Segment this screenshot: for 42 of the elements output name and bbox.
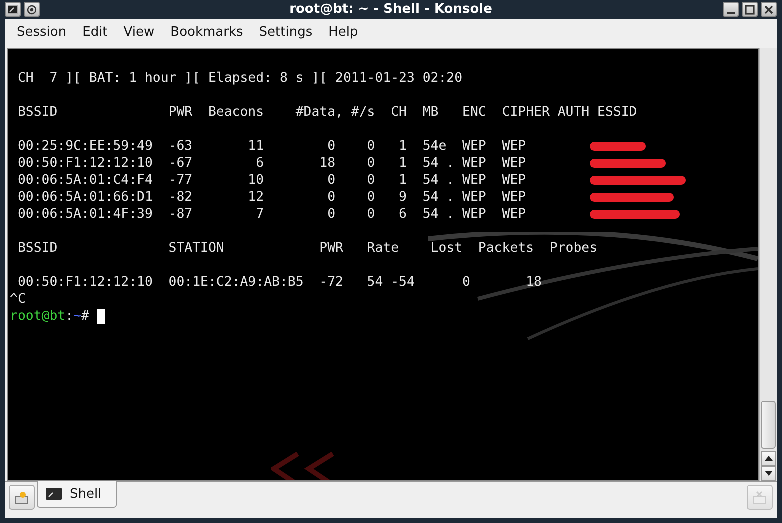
terminal-line: CH 7 ][ BAT: 1 hour ][ Elapsed: 8 s ][ 2011-01-23 02:20 <box>16 70 463 87</box>
sticky-button[interactable] <box>24 2 40 17</box>
menu-item[interactable]: Bookmarks <box>166 25 252 40</box>
wallpaper-chevron-drawing <box>271 452 335 480</box>
pin-icon <box>27 4 37 14</box>
terminal-icon <box>46 488 62 500</box>
terminal-line: 00:06:5A:01:4F:39 -87 7 0 0 6 54 . WEP WEP <box>16 206 526 223</box>
menu-item[interactable]: View <box>120 25 163 40</box>
terminal-line: 00:06:5A:01:66:D1 -82 12 0 0 9 54 . WEP WEP <box>16 189 526 206</box>
shell-tab[interactable]: Shell <box>37 481 117 508</box>
close-icon <box>764 4 774 14</box>
terminal-line: 00:06:5A:01:C4:F4 -77 10 0 0 1 54 . WEP WEP <box>16 172 526 189</box>
shell-prompt: root@bt:~# <box>10 308 90 325</box>
text-cursor <box>97 309 106 324</box>
terminal-line: ^C <box>10 291 26 308</box>
scroll-up-button[interactable] <box>761 451 776 466</box>
terminal-line: 00:50:F1:12:12:10 -67 6 18 0 1 54 . WEP WEP <box>16 155 526 172</box>
menu-item[interactable]: Edit <box>78 25 116 40</box>
scrollbar-thumb[interactable] <box>761 401 776 449</box>
menu-item[interactable]: Settings <box>255 25 321 40</box>
maximize-button[interactable] <box>742 2 758 17</box>
minimize-icon <box>727 12 735 14</box>
window-title: root@bt: ~ - Shell - Konsole <box>290 2 492 17</box>
scroll-down-button[interactable] <box>761 466 776 481</box>
close-button[interactable] <box>761 2 777 17</box>
maximize-icon <box>745 4 755 14</box>
menu-item[interactable]: Help <box>324 25 366 40</box>
menu-item[interactable]: Session <box>13 25 75 40</box>
down-arrow-icon <box>764 471 772 476</box>
terminal-icon <box>8 4 18 14</box>
terminal-line: BSSID PWR Beacons #Data, #/s CH MB ENC CIPHER AUTH ESSID <box>16 104 638 121</box>
terminal-line: BSSID STATION PWR Rate Lost Packets Probes <box>16 240 598 257</box>
scrollbar[interactable] <box>759 48 777 481</box>
terminal-line: 00:25:9C:EE:59:49 -63 11 0 0 1 54e WEP WEP <box>16 138 526 155</box>
up-arrow-icon <box>764 456 772 461</box>
window-menu-button[interactable] <box>5 2 21 17</box>
redaction-mark <box>590 142 646 151</box>
close-tab-icon <box>753 490 767 504</box>
minimize-button[interactable] <box>723 2 739 17</box>
new-tab-button[interactable] <box>9 485 35 510</box>
terminal-line: 00:50:F1:12:12:10 00:1E:C2:A9:AB:B5 -72 54 -54 0 18 <box>16 274 542 291</box>
new-tab-icon <box>15 490 29 504</box>
